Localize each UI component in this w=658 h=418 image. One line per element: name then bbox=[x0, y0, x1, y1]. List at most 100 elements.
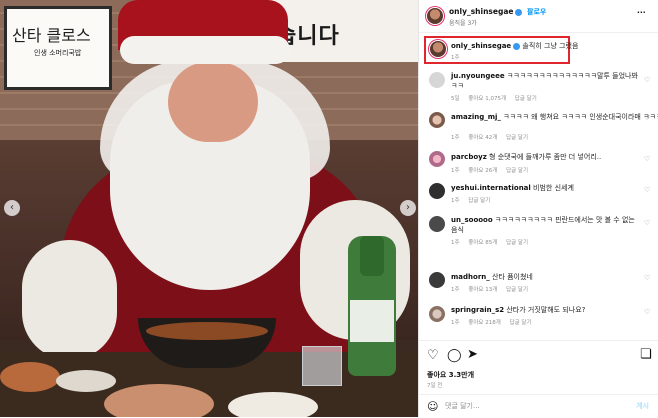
comment-meta: 1주 좋아요 42개 답글 달기 bbox=[451, 133, 535, 141]
comment-time: 1주 bbox=[451, 198, 460, 204]
comment-body: 비범한 신세계 bbox=[533, 184, 574, 192]
author-username[interactable]: only_shinsegae bbox=[449, 7, 523, 16]
santa-face bbox=[168, 62, 258, 142]
comment-meta: 1주 좋아요 26개 답글 달기 bbox=[451, 166, 535, 174]
author-avatar[interactable] bbox=[427, 8, 443, 24]
post-action-bar: ♡ ◯ ➤ ❏ bbox=[419, 340, 658, 371]
reply-button[interactable]: 답글 달기 bbox=[506, 135, 528, 141]
photo-sign-title: 산타 클로스 bbox=[12, 26, 91, 45]
comment-avatar[interactable] bbox=[429, 183, 445, 199]
like-comment-heart-icon[interactable]: ♡ bbox=[644, 308, 652, 316]
comment-likes[interactable]: 좋아요 42개 bbox=[468, 135, 497, 141]
comment-likes[interactable]: 좋아요 218개 bbox=[468, 320, 501, 326]
like-heart-icon[interactable]: ♡ bbox=[427, 349, 439, 363]
santa-hat-trim bbox=[120, 36, 290, 64]
shot-glass bbox=[302, 346, 342, 386]
comment-meta: 5일 좋아요 1,075개 답글 달기 bbox=[451, 94, 544, 102]
comment-avatar[interactable] bbox=[429, 216, 445, 232]
comment-avatar[interactable] bbox=[429, 112, 445, 128]
comment-username[interactable]: yeshui.international bbox=[451, 184, 531, 192]
follow-button[interactable]: 팔로우 bbox=[527, 7, 546, 17]
comment-username[interactable]: ju.nyoungeee bbox=[451, 72, 505, 80]
reply-button[interactable]: 답글 달기 bbox=[506, 287, 528, 293]
post-header: only_shinsegae 팔로우 움직을 3가 ··· bbox=[419, 0, 658, 33]
reply-button[interactable]: 답글 달기 bbox=[506, 240, 528, 246]
comment-likes[interactable]: 좋아요 1,075개 bbox=[468, 96, 506, 102]
side-dish bbox=[228, 392, 318, 417]
like-comment-heart-icon[interactable]: ♡ bbox=[644, 186, 652, 194]
comment-body: ㅋㅋㅋㅋ 왜 행쳐요 ㅋㅋㅋㅋ 인생순대국이라매 ㅋㅋㅋ bbox=[503, 113, 658, 121]
comment-body: 형 순댓국에 들깨가루 좀만 더 넣어리.. bbox=[489, 153, 602, 161]
share-paper-plane-icon[interactable]: ➤ bbox=[467, 348, 478, 362]
comment-likes[interactable]: 좋아요 13개 bbox=[468, 287, 497, 293]
reply-button[interactable]: 답글 달기 bbox=[515, 96, 537, 102]
comment-text: madhorn_ 산타 퓸이쳤네 bbox=[451, 272, 533, 282]
add-comment-input[interactable]: 댓글 달기... bbox=[445, 401, 480, 411]
comment-text: yeshui.international 비범한 신세계 bbox=[451, 183, 574, 193]
emoji-smiley-icon[interactable]: ☺ bbox=[427, 400, 438, 414]
next-image-chevron-icon[interactable]: › bbox=[400, 200, 416, 216]
like-comment-heart-icon[interactable]: ♡ bbox=[644, 155, 652, 163]
comment-username[interactable]: springrain_s2 bbox=[451, 306, 504, 314]
like-comment-heart-icon[interactable]: ♡ bbox=[644, 114, 652, 122]
post-date: 7일 전 bbox=[427, 383, 443, 389]
comment-time: 1주 bbox=[451, 320, 460, 326]
comments-panel: only_shinsegae 팔로우 움직을 3가 ··· only_shins… bbox=[418, 0, 658, 417]
caption-username[interactable]: only_shinsegae bbox=[451, 42, 511, 50]
comment-likes[interactable]: 좋아요 26개 bbox=[468, 168, 497, 174]
caption-text: only_shinsegae 솔직히 그냥 그랬음 bbox=[451, 41, 578, 51]
comment-text: ju.nyoungeee ㅋㅋㅋㅋㅋㅋㅋㅋㅋㅋㅋㅋㅋㅋ말투 들었나봐ㅋㅋ bbox=[451, 71, 641, 91]
comment-body: 산타가 거짓말해도 되나요? bbox=[506, 306, 586, 314]
verified-icon bbox=[515, 8, 523, 16]
caption-avatar[interactable] bbox=[430, 41, 446, 57]
reply-button[interactable]: 답글 달기 bbox=[468, 198, 490, 204]
post-comment-button[interactable]: 게시 bbox=[636, 401, 649, 411]
comment-avatar[interactable] bbox=[429, 272, 445, 288]
comment-time: 1주 bbox=[451, 287, 460, 293]
comment-avatar[interactable] bbox=[429, 306, 445, 322]
comment-username[interactable]: amazing_mj_ bbox=[451, 113, 501, 121]
comment-time: 1주 bbox=[451, 135, 460, 141]
like-comment-heart-icon[interactable]: ♡ bbox=[644, 274, 652, 282]
comment-text: amazing_mj_ ㅋㅋㅋㅋ 왜 행쳐요 ㅋㅋㅋㅋ 인생순대국이라매 ㅋㅋㅋ bbox=[451, 112, 658, 122]
comment-time: 1주 bbox=[451, 168, 460, 174]
save-bookmark-icon[interactable]: ❏ bbox=[640, 348, 652, 362]
caption-meta: 1주 bbox=[451, 53, 467, 61]
previous-image-chevron-icon[interactable]: ‹ bbox=[4, 200, 20, 216]
add-comment-bar: ☺ 댓글 달기... 게시 bbox=[419, 394, 658, 418]
soup bbox=[146, 322, 268, 340]
comment-avatar[interactable] bbox=[429, 151, 445, 167]
side-dish bbox=[104, 384, 214, 417]
soju-bottle-neck bbox=[360, 236, 384, 276]
instagram-post-view: 습니다 산타 클로스 인생 소머리국밥 ‹ › only_shinsegae 팔… bbox=[0, 0, 658, 417]
comment-bubble-icon[interactable]: ◯ bbox=[447, 349, 462, 363]
post-likes-count[interactable]: 좋아요 3.3만개 bbox=[427, 370, 474, 380]
santa-left-sleeve bbox=[22, 240, 117, 360]
comment-body: 산타 퓸이쳤네 bbox=[492, 273, 533, 281]
reply-button[interactable]: 답글 달기 bbox=[506, 168, 528, 174]
verified-icon bbox=[513, 42, 521, 50]
like-comment-heart-icon[interactable]: ♡ bbox=[644, 76, 652, 84]
comment-meta: 1주 좋아요 218개 답글 달기 bbox=[451, 318, 539, 326]
caption-time: 1주 bbox=[451, 55, 460, 61]
comment-meta: 1주 답글 달기 bbox=[451, 196, 497, 204]
comment-username[interactable]: madhorn_ bbox=[451, 273, 490, 281]
reply-button[interactable]: 답글 달기 bbox=[510, 320, 532, 326]
comment-text: springrain_s2 산타가 거짓말해도 되나요? bbox=[451, 305, 585, 315]
caption-body: 솔직히 그냥 그랬음 bbox=[522, 42, 579, 50]
photo-sign-subtitle: 인생 소머리국밥 bbox=[34, 49, 82, 57]
comment-time: 1주 bbox=[451, 240, 460, 246]
more-options-icon[interactable]: ··· bbox=[637, 8, 646, 17]
post-photo[interactable]: 습니다 산타 클로스 인생 소머리국밥 ‹ › bbox=[0, 0, 418, 417]
comment-likes[interactable]: 좋아요 85개 bbox=[468, 240, 497, 246]
comment-time: 5일 bbox=[451, 96, 460, 102]
comment-username[interactable]: un_sooooo bbox=[451, 216, 493, 224]
author-username-text[interactable]: only_shinsegae bbox=[449, 7, 513, 16]
comment-text: parcboyz 형 순댓국에 들깨가루 좀만 더 넣어리.. bbox=[451, 152, 601, 162]
comment-username[interactable]: parcboyz bbox=[451, 153, 487, 161]
comment-meta: 1주 좋아요 85개 답글 달기 bbox=[451, 238, 535, 246]
author-subtitle: 움직을 3가 bbox=[449, 20, 477, 27]
like-comment-heart-icon[interactable]: ♡ bbox=[644, 219, 652, 227]
side-dish bbox=[56, 370, 116, 392]
comment-avatar[interactable] bbox=[429, 72, 445, 88]
